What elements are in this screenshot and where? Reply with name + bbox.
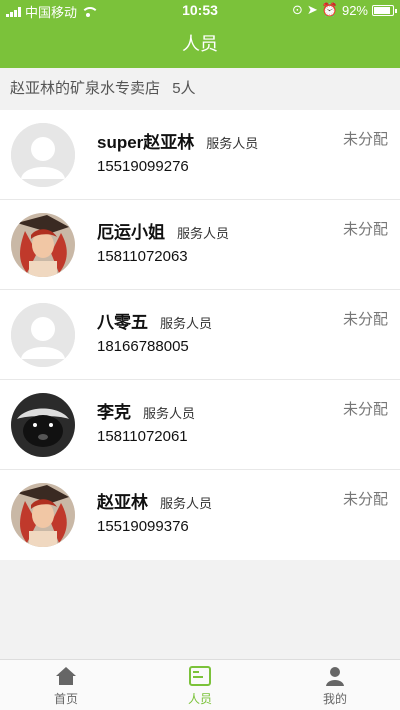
tab-home[interactable]: 首页 [26,664,106,707]
people-icon [160,664,240,688]
home-icon [26,664,106,688]
staff-role: 服务人员 [160,496,213,511]
store-summary: 赵亚林的矿泉水专卖店 5人 [0,68,400,110]
lock-rotation-icon: ⊙ [291,2,303,17]
staff-role: 服务人员 [206,136,259,151]
tab-bar: 首页 人员 我的 [0,659,400,710]
staff-name: 赵亚林 [97,493,148,512]
staff-phone: 15519099376 [97,518,189,535]
assign-status[interactable]: 未分配 [343,218,388,239]
staff-name: 厄运小姐 [97,223,165,242]
staff-count: 5人 [172,80,196,97]
avatar [11,303,75,367]
assign-status[interactable]: 未分配 [343,488,388,509]
avatar [11,393,75,457]
staff-row[interactable]: 李克 服务人员 15811072061 未分配 [0,380,400,470]
staff-name: 八零五 [97,313,148,332]
tab-label: 人员 [187,692,212,706]
avatar [11,483,75,547]
page-title: 人员 [182,34,218,54]
staff-role: 服务人员 [143,406,196,421]
tab-label: 首页 [53,692,78,706]
location-icon: ➤ [306,2,318,17]
assign-status[interactable]: 未分配 [343,398,388,419]
battery-icon [372,4,397,16]
nav-bar: 人员 [0,20,400,68]
status-right: ⊙ ➤ ⏰ 92% [291,2,397,18]
name-line: 八零五 服务人员 [97,308,212,333]
staff-phone: 15811072061 [97,428,188,445]
assign-status[interactable]: 未分配 [343,308,388,329]
name-line: 赵亚林 服务人员 [97,488,212,513]
staff-phone: 18166788005 [97,338,189,355]
staff-phone: 15811072063 [97,248,188,265]
staff-row[interactable]: 厄运小姐 服务人员 15811072063 未分配 [0,200,400,290]
staff-row[interactable]: super赵亚林 服务人员 15519099276 未分配 [0,110,400,200]
staff-role: 服务人员 [160,316,213,331]
tab-mine[interactable]: 我的 [295,664,375,707]
avatar [11,123,75,187]
staff-role: 服务人员 [177,226,230,241]
tab-label: 我的 [322,692,347,706]
assign-status[interactable]: 未分配 [343,128,388,149]
tab-staff[interactable]: 人员 [160,664,240,707]
avatar [11,213,75,277]
name-line: super赵亚林 服务人员 [97,128,258,153]
staff-phone: 15519099276 [97,158,189,175]
staff-list: super赵亚林 服务人员 15519099276 未分配 厄运小姐 服务人员 158110… [0,110,400,560]
store-name: 赵亚林的矿泉水专卖店 [10,80,161,97]
profile-icon [295,664,375,688]
alarm-icon: ⏰ [321,2,338,17]
status-bar: 中国移动 10:53 ⊙ ➤ ⏰ 92% [0,0,400,20]
name-line: 李克 服务人员 [97,398,195,423]
name-line: 厄运小姐 服务人员 [97,218,229,243]
staff-name: super赵亚林 [97,133,195,152]
staff-name: 李克 [97,403,131,422]
battery-percent: 92% [341,2,368,18]
staff-row[interactable]: 赵亚林 服务人员 15519099376 未分配 [0,470,400,560]
staff-row[interactable]: 八零五 服务人员 18166788005 未分配 [0,290,400,380]
